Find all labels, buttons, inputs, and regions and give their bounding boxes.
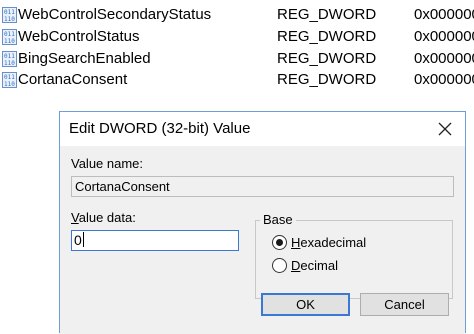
reg-value-name: WebControlStatus bbox=[18, 28, 140, 45]
radio-selected-dot bbox=[276, 239, 283, 246]
registry-row[interactable]: 011 110 CortanaConsent REG_DWORD 0x00000… bbox=[0, 69, 474, 91]
registry-row[interactable]: 011 110 WebControlSecondaryStatus REG_DW… bbox=[0, 4, 474, 26]
reg-value-name: BingSearchEnabled bbox=[18, 50, 151, 67]
reg-value-type: REG_DWORD bbox=[277, 50, 377, 67]
reg-value-type: REG_DWORD bbox=[277, 71, 377, 88]
svg-text:011: 011 bbox=[4, 74, 15, 81]
ok-button[interactable]: OK bbox=[261, 293, 350, 316]
hexadecimal-radio[interactable] bbox=[272, 235, 287, 250]
value-data-label: Value data: bbox=[71, 210, 136, 225]
edit-dword-dialog: Edit DWORD (32-bit) Value Value name: Co… bbox=[59, 111, 466, 334]
decimal-label[interactable]: Decimal bbox=[291, 258, 338, 274]
dialog-body: Value name: CortanaConsent Value data: 0… bbox=[60, 146, 465, 334]
decimal-radio[interactable] bbox=[272, 258, 287, 273]
close-icon[interactable] bbox=[433, 118, 457, 140]
svg-text:110: 110 bbox=[4, 16, 15, 23]
reg-binary-value-icon: 011 110 bbox=[2, 72, 17, 88]
reg-value-type: REG_DWORD bbox=[277, 28, 377, 45]
svg-text:110: 110 bbox=[4, 38, 15, 45]
svg-text:110: 110 bbox=[4, 81, 15, 88]
reg-value-data: 0x000000 bbox=[414, 71, 474, 88]
value-data-input[interactable]: 0 bbox=[71, 230, 239, 251]
registry-row[interactable]: 011 110 WebControlStatus REG_DWORD 0x000… bbox=[0, 26, 474, 48]
hexadecimal-label[interactable]: Hexadecimal bbox=[291, 235, 366, 251]
registry-row[interactable]: 011 110 BingSearchEnabled REG_DWORD 0x00… bbox=[0, 48, 474, 70]
value-name-field[interactable]: CortanaConsent bbox=[71, 176, 454, 197]
reg-value-name: WebControlSecondaryStatus bbox=[18, 6, 212, 23]
reg-value-data: 0x000000 bbox=[414, 28, 474, 45]
svg-text:110: 110 bbox=[4, 60, 15, 67]
value-data-text: 0 bbox=[74, 232, 82, 248]
text-caret bbox=[82, 232, 84, 247]
cancel-button[interactable]: Cancel bbox=[360, 293, 449, 316]
reg-value-data: 0x000000 bbox=[414, 6, 474, 23]
dialog-title: Edit DWORD (32-bit) Value bbox=[69, 120, 251, 137]
svg-text:011: 011 bbox=[4, 9, 15, 16]
svg-text:011: 011 bbox=[4, 31, 15, 38]
value-name-label: Value name: bbox=[71, 156, 144, 171]
reg-binary-value-icon: 011 110 bbox=[2, 29, 17, 45]
reg-binary-value-icon: 011 110 bbox=[2, 7, 17, 23]
reg-value-type: REG_DWORD bbox=[277, 6, 377, 23]
dialog-titlebar[interactable]: Edit DWORD (32-bit) Value bbox=[60, 112, 465, 146]
reg-binary-value-icon: 011 110 bbox=[2, 51, 17, 67]
base-label: Base bbox=[260, 212, 296, 228]
reg-value-name: CortanaConsent bbox=[18, 71, 128, 88]
svg-text:011: 011 bbox=[4, 53, 15, 60]
reg-value-data: 0x000000 bbox=[414, 50, 474, 67]
